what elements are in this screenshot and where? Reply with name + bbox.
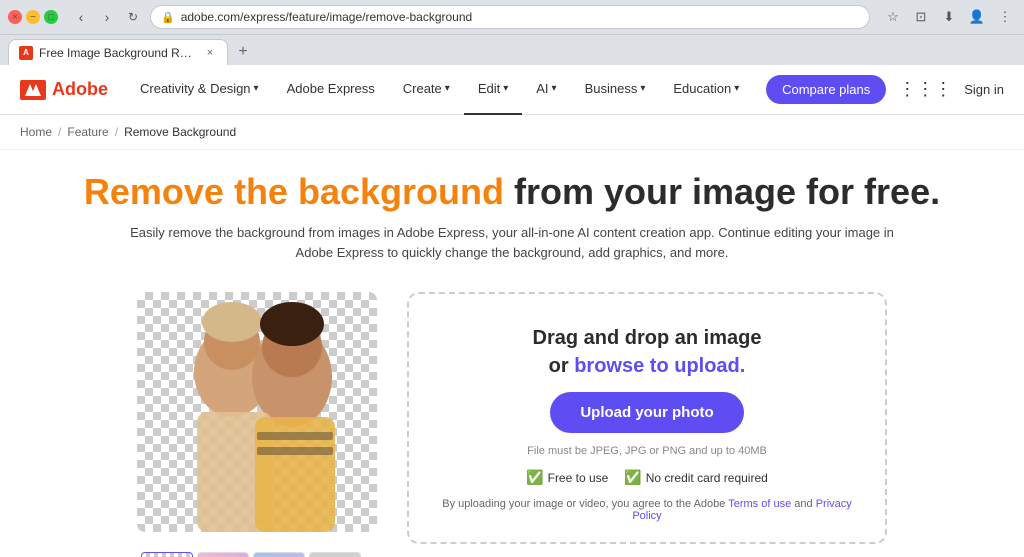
back-button[interactable]: ‹ — [70, 6, 92, 28]
checkmark-icon: ✅ — [526, 469, 543, 486]
download-button[interactable]: ⬇ — [938, 6, 960, 28]
profile-button[interactable]: 👤 — [966, 6, 988, 28]
drag-drop-text: Drag and drop an image or browse to uplo… — [533, 324, 762, 380]
nav-items: Creativity & Design ▾ Adobe Express Crea… — [126, 65, 766, 115]
address-bar[interactable]: 🔒 adobe.com/express/feature/image/remove… — [150, 5, 870, 29]
nav-right-actions: Compare plans ⋮⋮⋮ Sign in — [766, 75, 1004, 104]
breadcrumb-current: Remove Background — [124, 125, 236, 139]
preview-person-svg — [137, 292, 377, 532]
demo-area: Drag and drop an image or browse to uplo… — [137, 292, 887, 557]
close-window-button[interactable]: × — [8, 10, 22, 24]
nav-item-creativity[interactable]: Creativity & Design ▾ — [126, 65, 273, 115]
feature-badges: ✅ Free to use ✅ No credit card required — [526, 469, 768, 486]
thumbnail-item[interactable] — [197, 552, 249, 557]
adobe-logo-icon — [20, 80, 46, 100]
adobe-logo-text: Adobe — [52, 79, 108, 100]
nav-item-education[interactable]: Education ▾ — [659, 65, 753, 115]
page-title: Remove the background from your image fo… — [40, 170, 984, 213]
nav-item-express[interactable]: Adobe Express — [273, 65, 389, 115]
no-credit-card-badge: ✅ No credit card required — [624, 469, 768, 486]
adobe-navbar: Adobe Creativity & Design ▾ Adobe Expres… — [0, 65, 1024, 115]
browser-action-buttons: ☆ ⊡ ⬇ 👤 ⋮ — [882, 6, 1016, 28]
extensions-button[interactable]: ⋮ — [994, 6, 1016, 28]
url-text: adobe.com/express/feature/image/remove-b… — [181, 10, 473, 24]
nav-item-edit[interactable]: Edit ▾ — [464, 65, 522, 115]
close-tab-button[interactable]: × — [203, 46, 217, 60]
lock-icon: 🔒 — [161, 11, 175, 24]
nav-item-business[interactable]: Business ▾ — [571, 65, 660, 115]
chevron-down-icon: ▾ — [254, 83, 259, 94]
file-requirements-text: File must be JPEG, JPG or PNG and up to … — [527, 445, 767, 457]
chevron-down-icon: ▾ — [640, 83, 645, 94]
upload-photo-button[interactable]: Upload your photo — [550, 392, 743, 433]
browser-chrome: × − □ ‹ › ↻ 🔒 adobe.com/express/feature/… — [0, 0, 1024, 35]
thumbnail-item[interactable] — [253, 552, 305, 557]
minimize-window-button[interactable]: − — [26, 10, 40, 24]
thumbnail-strip — [137, 552, 377, 557]
thumbnail-item[interactable] — [309, 552, 361, 557]
chevron-down-icon: ▾ — [734, 83, 739, 94]
free-to-use-badge: ✅ Free to use — [526, 469, 608, 486]
image-preview-section — [137, 292, 377, 557]
terms-text: By uploading your image or video, you ag… — [439, 498, 855, 522]
breadcrumb: Home / Feature / Remove Background — [0, 115, 1024, 150]
breadcrumb-home[interactable]: Home — [20, 125, 52, 139]
nav-item-ai[interactable]: AI ▾ — [522, 65, 570, 115]
browser-navigation: ‹ › ↻ — [70, 6, 144, 28]
main-content: Remove the background from your image fo… — [0, 150, 1024, 557]
terms-of-use-link[interactable]: Terms of use — [728, 498, 791, 510]
page-subtitle: Easily remove the background from images… — [112, 223, 912, 262]
maximize-window-button[interactable]: □ — [44, 10, 58, 24]
compare-plans-button[interactable]: Compare plans — [766, 75, 886, 104]
forward-button[interactable]: › — [96, 6, 118, 28]
reload-button[interactable]: ↻ — [122, 6, 144, 28]
upload-drop-zone[interactable]: Drag and drop an image or browse to uplo… — [407, 292, 887, 544]
active-tab[interactable]: A Free Image Background Remo... × — [8, 39, 228, 65]
tab-title: Free Image Background Remo... — [39, 46, 197, 60]
chevron-down-icon: ▾ — [552, 83, 557, 94]
breadcrumb-separator: / — [58, 125, 61, 139]
adobe-logo[interactable]: Adobe — [20, 79, 108, 100]
thumbnail-item[interactable] — [141, 552, 193, 557]
chevron-down-icon: ▾ — [445, 83, 450, 94]
checkerboard-background — [137, 292, 377, 532]
browser-menu-button[interactable]: ⊡ — [910, 6, 932, 28]
browse-link[interactable]: browse to upload. — [574, 355, 745, 377]
apps-grid-icon[interactable]: ⋮⋮⋮ — [898, 79, 952, 100]
browser-window-controls: × − □ — [8, 10, 58, 24]
tab-favicon: A — [19, 46, 33, 60]
heading-plain: from your image for free. — [514, 171, 940, 212]
chevron-down-icon: ▾ — [503, 83, 508, 94]
sign-in-button[interactable]: Sign in — [964, 82, 1004, 97]
bookmark-button[interactable]: ☆ — [882, 6, 904, 28]
checkmark-icon: ✅ — [624, 469, 641, 486]
nav-item-create[interactable]: Create ▾ — [389, 65, 464, 115]
tab-bar: A Free Image Background Remo... × + — [0, 35, 1024, 65]
breadcrumb-feature[interactable]: Feature — [67, 125, 108, 139]
new-tab-button[interactable]: + — [230, 39, 256, 65]
page-content: Adobe Creativity & Design ▾ Adobe Expres… — [0, 65, 1024, 557]
heading-highlight-orange: Remove the background — [84, 171, 504, 212]
breadcrumb-separator: / — [115, 125, 118, 139]
page-heading: Remove the background from your image fo… — [40, 170, 984, 213]
